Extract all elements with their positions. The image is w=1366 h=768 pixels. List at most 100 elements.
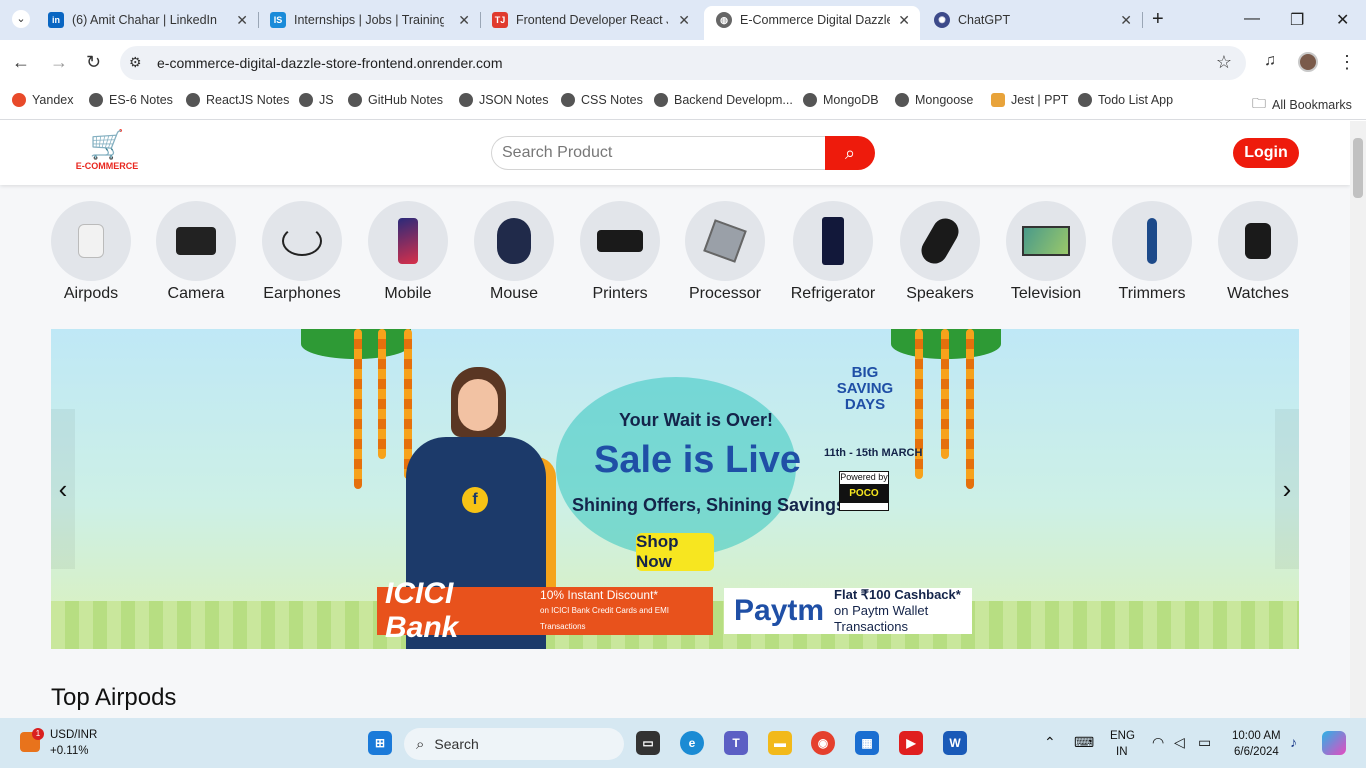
bookmark-reactjs-notes[interactable]: ReactJS Notes	[186, 93, 289, 107]
tab-chatgpt[interactable]: ✺ ChatGPT ✕	[934, 6, 1132, 34]
bookmark-json-notes[interactable]: JSON Notes	[459, 93, 548, 107]
tab-ecommerce[interactable]: ◍ E-Commerce Digital Dazzle S ✕	[704, 6, 920, 40]
tab-search-icon[interactable]: ⌄	[12, 10, 30, 28]
category-trimmers[interactable]: Trimmers	[1099, 201, 1205, 303]
airpods-icon	[51, 201, 131, 281]
address-bar[interactable]: ⚙ e-commerce-digital-dazzle-store-fronte…	[120, 46, 1246, 80]
shop-now-button[interactable]: Shop Now	[636, 532, 714, 571]
youtube-icon[interactable]: ▶	[899, 731, 923, 755]
keyboard-icon[interactable]: ⌨	[1074, 734, 1094, 751]
carousel-prev-button[interactable]: ‹	[51, 409, 75, 569]
language-line1[interactable]: ENG	[1110, 730, 1135, 742]
category-earphones[interactable]: Earphones	[249, 201, 355, 303]
category-mouse[interactable]: Mouse	[461, 201, 567, 303]
wifi-icon[interactable]: ◠	[1152, 734, 1164, 751]
tab-separator	[1142, 12, 1143, 28]
notification-bell-icon[interactable]: ♪	[1290, 734, 1297, 750]
teams-icon[interactable]: T	[724, 731, 748, 755]
taskbar-search[interactable]: ⌕ Search	[404, 728, 624, 760]
bookmark-label: CSS Notes	[581, 93, 643, 107]
bookmark-mongoose[interactable]: Mongoose	[895, 93, 973, 107]
bookmarks-bar: Yandex ES-6 Notes ReactJS Notes JS GitHu…	[0, 86, 1366, 120]
carousel-next-button[interactable]: ›	[1275, 409, 1299, 569]
close-icon[interactable]: ✕	[678, 12, 690, 29]
bookmark-mongodb[interactable]: MongoDB	[803, 93, 879, 107]
minimize-icon[interactable]: —	[1244, 10, 1260, 28]
bookmark-star-icon[interactable]: ☆	[1216, 52, 1232, 73]
bookmark-backend[interactable]: Backend Developm...	[654, 93, 793, 107]
promo-carousel[interactable]: f Your Wait is Over! Sale is Live Shinin…	[51, 329, 1299, 649]
job-site-icon: TJ	[492, 12, 508, 28]
bookmark-es6-notes[interactable]: ES-6 Notes	[89, 93, 173, 107]
task-view-icon[interactable]: ▭	[636, 731, 660, 755]
category-airpods[interactable]: Airpods	[38, 201, 144, 303]
category-label: Trimmers	[1118, 285, 1186, 302]
all-bookmarks[interactable]: 🗀 All Bookmarks	[1252, 93, 1352, 117]
site-info-icon[interactable]: ⚙	[129, 54, 142, 71]
category-watches[interactable]: Watches	[1205, 201, 1311, 303]
bookmark-js[interactable]: JS	[299, 93, 334, 107]
category-television[interactable]: Television	[993, 201, 1099, 303]
globe-icon	[561, 93, 575, 107]
clock-date[interactable]: 6/6/2024	[1234, 746, 1279, 758]
back-icon[interactable]: ←	[12, 52, 30, 73]
category-camera[interactable]: Camera	[143, 201, 249, 303]
search-input[interactable]	[491, 136, 825, 170]
login-button[interactable]: Login	[1233, 138, 1299, 168]
edge-icon[interactable]: e	[680, 731, 704, 755]
new-tab-icon[interactable]: +	[1152, 8, 1164, 31]
maximize-icon[interactable]: ❐	[1290, 10, 1304, 30]
tab-frontend-job[interactable]: TJ Frontend Developer React JS ✕	[492, 6, 690, 34]
search-button[interactable]: ⌕	[825, 136, 875, 170]
store-icon[interactable]: ▦	[855, 731, 879, 755]
volume-icon[interactable]: ◁	[1174, 734, 1185, 751]
tab-title: E-Commerce Digital Dazzle S	[740, 13, 890, 27]
profile-avatar[interactable]	[1298, 52, 1318, 72]
file-explorer-icon[interactable]: ▬	[768, 731, 792, 755]
icici-offer: ICICI Bank 10% Instant Discount* on ICIC…	[377, 577, 713, 644]
category-printers[interactable]: Printers	[567, 201, 673, 303]
tab-bar: ⌄ in (6) Amit Chahar | LinkedIn ✕ IS Int…	[0, 0, 1366, 40]
url-text[interactable]: e-commerce-digital-dazzle-store-frontend…	[157, 55, 502, 71]
close-icon[interactable]: ✕	[1120, 12, 1132, 29]
bookmark-label: Backend Developm...	[674, 93, 793, 107]
bookmark-label: MongoDB	[823, 93, 879, 107]
bookmark-jest-ppt[interactable]: Jest | PPT	[991, 93, 1068, 107]
bookmark-todo-list[interactable]: Todo List App	[1078, 93, 1173, 107]
close-icon[interactable]: ✕	[458, 12, 470, 29]
chevron-up-icon[interactable]: ⌃	[1044, 734, 1056, 751]
page-scrollbar[interactable]	[1350, 121, 1366, 718]
category-refrigerator[interactable]: Refrigerator	[780, 201, 886, 303]
bookmark-css-notes[interactable]: CSS Notes	[561, 93, 643, 107]
reload-icon[interactable]: ↻	[86, 52, 101, 73]
category-mobile[interactable]: Mobile	[355, 201, 461, 303]
media-controls-icon[interactable]: ♫	[1264, 52, 1276, 70]
bookmark-github-notes[interactable]: GitHub Notes	[348, 93, 443, 107]
word-icon[interactable]: W	[943, 731, 967, 755]
stock-name: USD/INR	[50, 729, 98, 741]
copilot-icon[interactable]	[1322, 731, 1346, 755]
language-line2[interactable]: IN	[1116, 746, 1128, 758]
category-processor[interactable]: Processor	[672, 201, 778, 303]
forward-icon[interactable]: →	[50, 52, 68, 73]
offer-line: Flat ₹100 Cashback*	[834, 587, 961, 602]
close-icon[interactable]: ✕	[236, 12, 248, 29]
battery-icon[interactable]: ▭	[1198, 734, 1211, 751]
tab-linkedin[interactable]: in (6) Amit Chahar | LinkedIn ✕	[48, 6, 248, 34]
chrome-icon[interactable]: ◉	[811, 731, 835, 755]
tab-title: Internships | Jobs | Trainings	[294, 13, 444, 27]
stock-widget[interactable]: 1 USD/INR +0.11%	[18, 726, 128, 760]
close-icon[interactable]: ✕	[898, 12, 910, 29]
close-window-icon[interactable]: ✕	[1336, 10, 1349, 30]
bookmark-yandex[interactable]: Yandex	[12, 93, 73, 107]
site-logo[interactable]: 🛒 E-COMMERCE	[72, 131, 142, 172]
category-speakers[interactable]: Speakers	[887, 201, 993, 303]
bookmark-label: GitHub Notes	[368, 93, 444, 107]
mouse-icon	[474, 201, 554, 281]
windows-start-icon[interactable]: ⊞	[368, 731, 392, 755]
menu-icon[interactable]: ⋮	[1338, 52, 1356, 73]
clock-time[interactable]: 10:00 AM	[1232, 730, 1281, 742]
scrollbar-thumb[interactable]	[1353, 138, 1363, 198]
tab-internshala[interactable]: IS Internships | Jobs | Trainings ✕	[270, 6, 470, 34]
page-content: 🛒 E-COMMERCE ⌕ Login Airpods Camera Earp…	[0, 121, 1350, 718]
